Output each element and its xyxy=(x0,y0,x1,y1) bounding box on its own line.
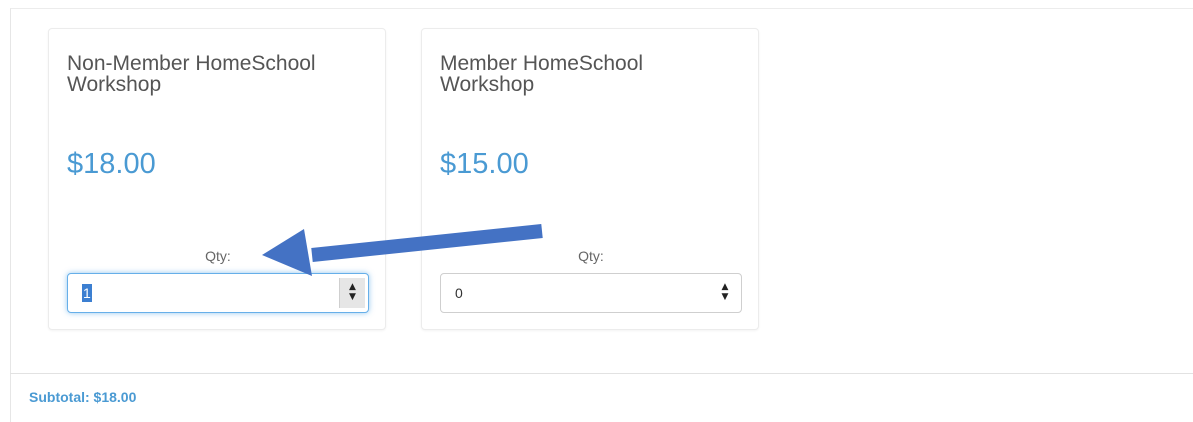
product-title: Non-Member HomeSchool Workshop xyxy=(67,52,316,96)
triangle-down-icon[interactable]: ▼ xyxy=(722,293,729,303)
quantity-stepper[interactable]: ▲ ▼ xyxy=(339,278,365,308)
quantity-input-member[interactable]: 0 ▲ ▼ xyxy=(440,273,742,313)
quantity-stepper[interactable]: ▲ ▼ xyxy=(712,278,738,308)
qty-label: Qty: xyxy=(205,248,231,264)
product-price: $18.00 xyxy=(67,148,156,180)
divider xyxy=(10,373,1193,374)
product-card-non-member: Non-Member HomeSchool Workshop $18.00 Qt… xyxy=(48,28,386,330)
product-card-member: Member HomeSchool Workshop $15.00 Qty: 0… xyxy=(421,28,759,330)
quantity-input-non-member[interactable]: 1 ▲ ▼ xyxy=(67,273,369,313)
quantity-value: 0 xyxy=(455,285,463,301)
product-price: $15.00 xyxy=(440,148,529,180)
qty-label: Qty: xyxy=(578,248,604,264)
triangle-down-icon[interactable]: ▼ xyxy=(349,293,356,303)
quantity-value: 1 xyxy=(82,284,92,302)
product-title: Member HomeSchool Workshop xyxy=(440,52,644,96)
subtotal: Subtotal: $18.00 xyxy=(29,389,137,405)
